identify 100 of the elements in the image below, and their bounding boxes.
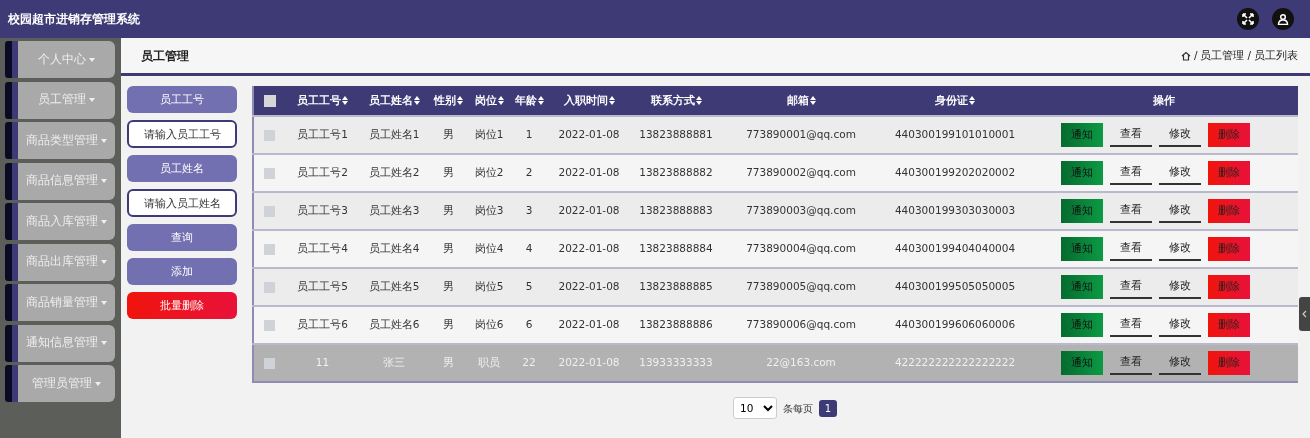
- sort-icon[interactable]: [342, 96, 348, 106]
- table-cell: 440300199606060006: [894, 318, 1016, 331]
- home-icon[interactable]: [1180, 50, 1191, 61]
- table-cell: 员工工号4: [297, 242, 348, 255]
- notify-button[interactable]: 通知: [1060, 351, 1103, 375]
- breadcrumb-separator: /: [1247, 47, 1251, 63]
- table-cell: 2022-01-08: [558, 318, 620, 331]
- table-cell: 1: [525, 128, 533, 141]
- table-cell: 员工姓名5: [368, 280, 420, 293]
- row-checkbox[interactable]: [264, 281, 275, 293]
- delete-button[interactable]: 删除: [1207, 161, 1250, 185]
- table-cell: 员工工号2: [297, 166, 348, 179]
- action-link[interactable]: 修改: [1158, 123, 1201, 147]
- sort-icon[interactable]: [809, 96, 816, 106]
- action-button[interactable]: 查询: [127, 224, 237, 251]
- row-checkbox[interactable]: [264, 357, 275, 369]
- breadcrumb-item: 员工列表: [1254, 47, 1298, 63]
- table-cell: 440300199505050005: [894, 280, 1016, 293]
- notify-button[interactable]: 通知: [1060, 123, 1103, 147]
- search-field[interactable]: 请输入员工姓名: [127, 189, 237, 217]
- sort-icon[interactable]: [695, 96, 702, 106]
- user-icon[interactable]: [1272, 8, 1294, 30]
- delete-button[interactable]: 删除: [1207, 237, 1250, 261]
- action-link[interactable]: 查看: [1109, 161, 1152, 185]
- table-cell: 773890002@qq.com: [746, 166, 856, 179]
- sort-icon[interactable]: [537, 96, 544, 106]
- batch-delete-button[interactable]: 批量删除: [127, 292, 237, 319]
- notify-button[interactable]: 通知: [1060, 199, 1103, 223]
- sidebar-accent-bar: [5, 284, 18, 321]
- notify-button[interactable]: 通知: [1060, 161, 1103, 185]
- action-link[interactable]: 查看: [1109, 351, 1152, 375]
- column-header[interactable]: 身份证: [935, 93, 968, 106]
- table-cell: 3: [525, 204, 533, 217]
- table-cell: 2022-01-08: [558, 166, 620, 179]
- row-checkbox[interactable]: [264, 129, 275, 141]
- table-cell: 2022-01-08: [558, 242, 620, 255]
- table-cell: 男: [442, 204, 454, 217]
- table-cell: 男: [442, 318, 454, 331]
- action-link[interactable]: 修改: [1158, 275, 1201, 299]
- table-cell: 岗位3: [474, 204, 504, 217]
- delete-button[interactable]: 删除: [1207, 123, 1250, 147]
- table-cell: 773890005@qq.com: [746, 280, 856, 293]
- table-cell: 13823888884: [639, 242, 713, 255]
- row-checkbox[interactable]: [264, 205, 275, 217]
- table-cell: 440300199202020002: [894, 166, 1016, 179]
- column-header[interactable]: 邮箱: [786, 93, 809, 106]
- notify-button[interactable]: 通知: [1060, 275, 1103, 299]
- field-label: 员工工号: [127, 86, 237, 113]
- fullscreen-icon[interactable]: [1237, 8, 1259, 30]
- row-checkbox[interactable]: [264, 319, 275, 331]
- action-link[interactable]: 查看: [1109, 237, 1152, 261]
- table-cell: 13823888886: [639, 318, 713, 331]
- page-button[interactable]: 1: [819, 399, 837, 417]
- table-cell: 22@163.com: [766, 356, 836, 369]
- action-link[interactable]: 查看: [1109, 199, 1152, 223]
- sort-icon[interactable]: [413, 96, 420, 106]
- table-cell: 岗位1: [474, 128, 504, 141]
- action-link[interactable]: 修改: [1158, 313, 1201, 337]
- table-cell: 773890004@qq.com: [746, 242, 856, 255]
- action-link[interactable]: 修改: [1158, 199, 1201, 223]
- table-cell: 6: [525, 318, 533, 331]
- table-cell: 13933333333: [639, 356, 713, 369]
- notify-button[interactable]: 通知: [1060, 313, 1103, 337]
- table-cell: 2022-01-08: [558, 204, 620, 217]
- breadcrumb-item[interactable]: 员工管理: [1200, 47, 1245, 64]
- action-link[interactable]: 修改: [1158, 351, 1201, 375]
- notify-button[interactable]: 通知: [1060, 237, 1103, 261]
- action-link[interactable]: 修改: [1158, 161, 1201, 185]
- delete-button[interactable]: 删除: [1207, 199, 1250, 223]
- table-cell: 11: [315, 356, 330, 369]
- table-cell: 男: [442, 166, 454, 179]
- sort-icon[interactable]: [969, 96, 975, 106]
- delete-button[interactable]: 删除: [1207, 351, 1250, 375]
- row-checkbox[interactable]: [264, 167, 275, 179]
- search-field[interactable]: 请输入员工工号: [127, 120, 237, 148]
- table-cell: 岗位6: [474, 318, 504, 331]
- breadcrumb-separator: /: [1193, 47, 1198, 63]
- table-cell: 员工姓名1: [368, 128, 420, 141]
- table-cell: 员工工号1: [297, 128, 348, 141]
- action-button[interactable]: 添加: [127, 258, 237, 285]
- table-cell: 13823888885: [639, 280, 713, 293]
- side-panel-handle[interactable]: [1299, 297, 1310, 331]
- table-cell: 773890001@qq.com: [746, 128, 856, 141]
- table-cell: 440300199101010001: [894, 128, 1016, 141]
- sort-icon[interactable]: [497, 96, 504, 106]
- sidebar-accent-bar: [5, 41, 18, 78]
- table-cell: 773890003@qq.com: [746, 204, 856, 217]
- page-size-select[interactable]: 10: [733, 397, 777, 419]
- sort-icon[interactable]: [608, 96, 615, 106]
- sort-icon[interactable]: [456, 96, 463, 106]
- table-cell: 13823888882: [639, 166, 713, 179]
- action-link[interactable]: 查看: [1109, 313, 1152, 337]
- delete-button[interactable]: 删除: [1207, 275, 1250, 299]
- delete-button[interactable]: 删除: [1207, 313, 1250, 337]
- page-size-label: 条每页: [783, 401, 813, 416]
- select-all-checkbox[interactable]: [263, 94, 276, 107]
- row-checkbox[interactable]: [264, 243, 275, 255]
- action-link[interactable]: 查看: [1109, 123, 1152, 147]
- action-link[interactable]: 查看: [1109, 275, 1152, 299]
- action-link[interactable]: 修改: [1158, 237, 1201, 261]
